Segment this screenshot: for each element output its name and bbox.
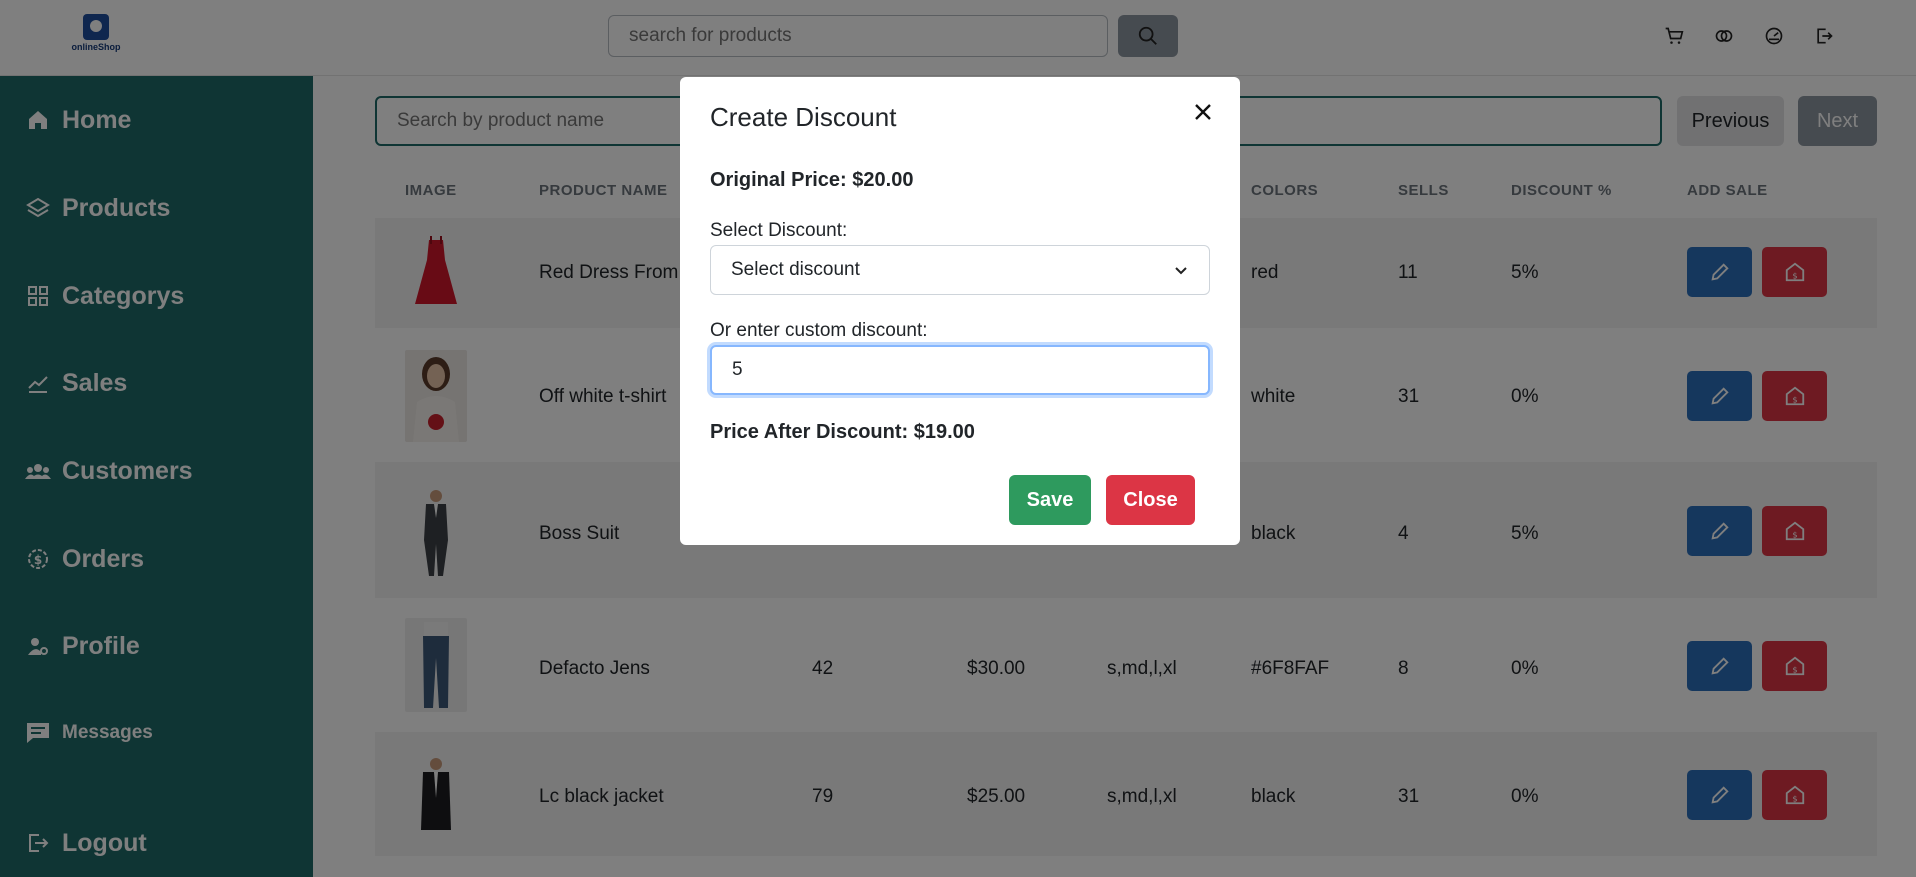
modal-close-button[interactable] (1188, 97, 1218, 127)
modal-title: Create Discount (710, 102, 897, 132)
chevron-down-icon (1175, 267, 1187, 275)
discount-select[interactable]: Select discount (710, 245, 1210, 295)
discount-select-value: Select discount (731, 259, 860, 280)
select-discount-label: Select Discount: (710, 220, 848, 241)
price-after-discount: Price After Discount: $19.00 (710, 421, 975, 443)
save-button[interactable]: Save (1009, 475, 1091, 525)
original-price: Original Price: $20.00 (710, 169, 914, 191)
close-icon (1195, 104, 1211, 120)
custom-discount-label: Or enter custom discount: (710, 320, 928, 341)
close-button[interactable]: Close (1106, 475, 1195, 525)
create-discount-modal: Create Discount Original Price: $20.00 S… (680, 77, 1240, 545)
custom-discount-input[interactable] (710, 345, 1210, 395)
